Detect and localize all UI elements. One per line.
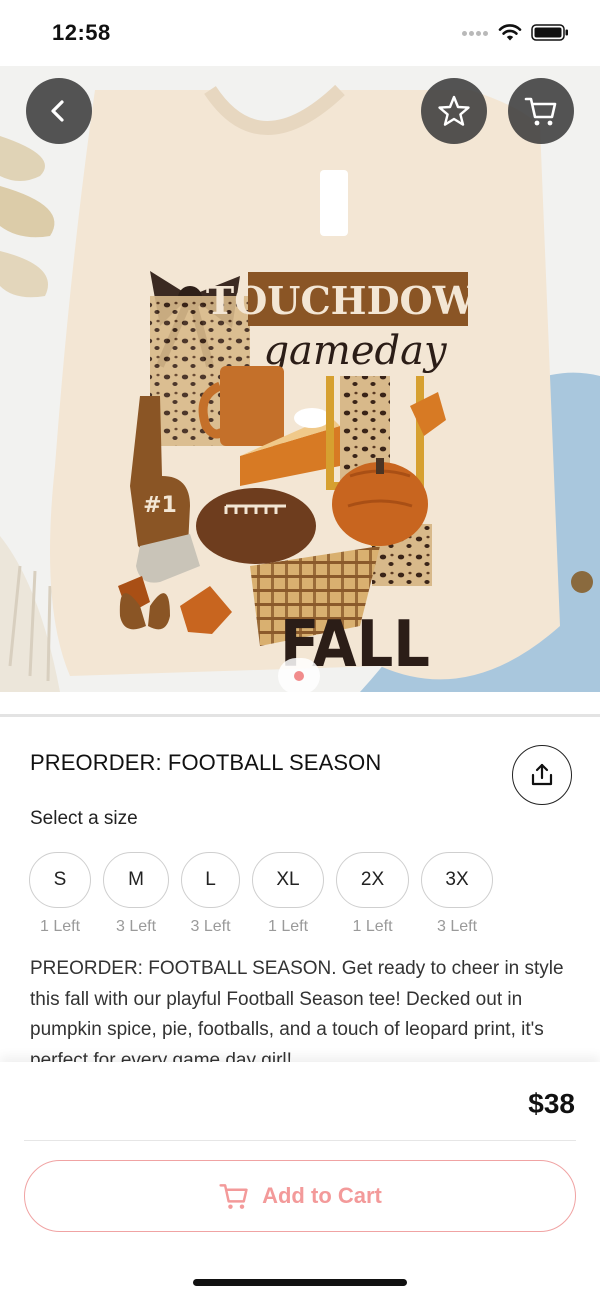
size-option-3x[interactable]: 3X [421,852,493,908]
back-button[interactable] [26,78,92,144]
status-bar: 12:58 [0,0,600,66]
size-option-label: S [53,869,67,890]
size-option-label: L [205,869,216,890]
select-size-label: Select a size [30,808,138,829]
add-to-cart-label: Add to Cart [262,1183,382,1208]
print-text-badge: #1 [143,493,177,518]
size-stock-3x: 3 Left [436,918,478,935]
cart-icon [524,97,557,126]
size-option-l[interactable]: L [181,852,240,908]
favorite-button[interactable] [421,78,487,144]
print-text-touchdown: TOUCHDOWN [206,278,510,323]
print-text-gameday: gameday [263,328,448,374]
size-stock-xl: 1 Left [267,918,309,935]
size-stock-m: 3 Left [115,918,157,935]
status-time: 12:58 [52,20,111,45]
size-option-m[interactable]: M [103,852,169,908]
share-button[interactable] [512,745,572,805]
size-stock-2x: 1 Left [352,918,393,935]
wifi-icon [498,24,522,41]
add-to-cart-button[interactable]: Add to Cart [24,1160,576,1232]
cart-button[interactable] [508,78,574,144]
signal-icon [462,30,490,38]
divider [24,1140,576,1141]
product-price: $38 [528,1088,575,1119]
cart-icon [219,1184,248,1209]
share-icon [531,763,553,786]
size-selector: S M L XL 2X 3X 1 Left 3 Left 3 Left 1 Le… [0,852,600,944]
pager-dot-active[interactable] [294,671,304,681]
size-option-s[interactable]: S [29,852,91,908]
size-option-label: 3X [445,869,469,890]
size-option-label: 2X [360,869,385,890]
star-icon [438,95,470,126]
size-option-label: M [128,869,144,890]
size-stock-s: 1 Left [39,918,81,935]
size-option-2x[interactable]: 2X [336,852,409,908]
size-option-xl[interactable]: XL [252,852,324,908]
product-description: PREORDER: FOOTBALL SEASON. Get ready to … [30,958,564,1064]
size-stock-l: 3 Left [190,918,231,935]
size-option-label: XL [276,869,300,890]
image-pager[interactable] [278,658,320,694]
divider [0,714,600,717]
battery-icon [531,24,568,41]
product-title: PREORDER: FOOTBALL SEASON [30,750,382,775]
product-image[interactable]: TOUCHDOWN gameday #1 FALL [0,66,600,692]
home-indicator [193,1279,407,1286]
checkout-panel: $38 Add to Cart [0,1062,600,1299]
chevron-left-icon [51,100,64,122]
